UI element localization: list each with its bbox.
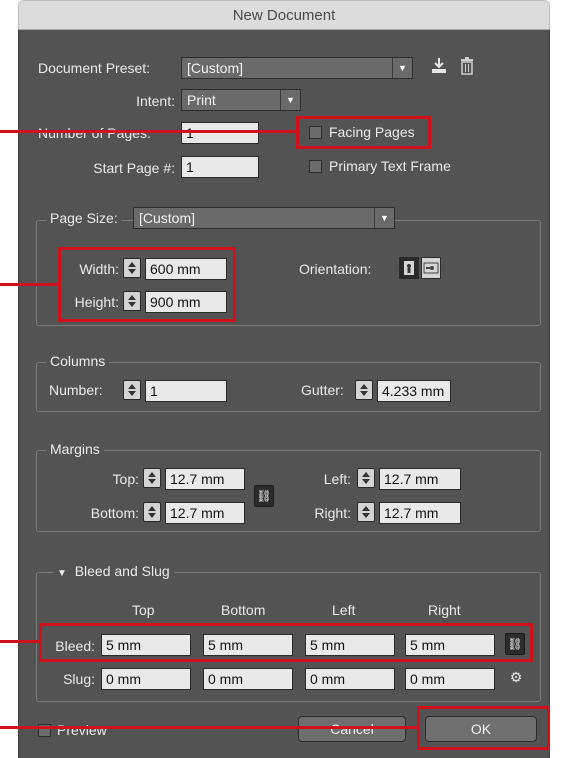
columns-number-label: Number: (49, 382, 103, 398)
number-of-pages-field[interactable]: 1 (181, 122, 259, 144)
landscape-orientation-icon[interactable] (421, 257, 441, 279)
chevron-down-icon: ▼ (374, 208, 394, 228)
margin-left-stepper[interactable] (357, 468, 375, 488)
bleed-col-right: Right (428, 602, 461, 618)
margin-bottom-stepper[interactable] (143, 502, 161, 522)
intent-dropdown[interactable]: Print ▼ (181, 89, 301, 111)
facing-pages-highlight (296, 116, 431, 149)
ok-callout-line (0, 726, 420, 729)
trash-icon[interactable] (459, 56, 475, 76)
intent-value: Print (187, 92, 216, 108)
margin-top-stepper[interactable] (143, 468, 161, 488)
facing-pages-callout-line (0, 130, 300, 133)
columns-group (36, 362, 541, 412)
orientation-label: Orientation: (299, 261, 372, 277)
document-preset-value: [Custom] (187, 60, 244, 76)
document-preset-dropdown[interactable]: [Custom] ▼ (181, 57, 413, 79)
document-preset-label: Document Preset: (38, 60, 151, 76)
bleed-highlight (39, 623, 533, 662)
margin-right-stepper[interactable] (357, 502, 375, 522)
page-size-dropdown[interactable]: [Custom] ▼ (133, 207, 395, 229)
cancel-button[interactable]: Cancel (298, 716, 406, 742)
slug-right-field[interactable]: 0 mm (405, 668, 495, 690)
bleed-slug-header[interactable]: ▼ Bleed and Slug (53, 563, 174, 579)
slug-label: Slug: (63, 671, 95, 687)
preview-label: Preview (57, 722, 107, 738)
page-size-label: Page Size: (46, 210, 122, 226)
margins-title: Margins (46, 441, 104, 457)
margin-bottom-label: Bottom: (90, 505, 139, 521)
slug-top-field[interactable]: 0 mm (101, 668, 191, 690)
disclosure-triangle-icon: ▼ (57, 568, 67, 579)
portrait-orientation-icon[interactable] (399, 257, 419, 279)
margin-top-label: Top: (112, 471, 139, 487)
bleed-col-top: Top (132, 602, 155, 618)
columns-title: Columns (46, 353, 110, 369)
margin-bottom-field[interactable]: 12.7 mm (165, 502, 245, 524)
intent-label: Intent: (136, 93, 175, 109)
save-preset-icon[interactable] (429, 56, 449, 76)
margin-right-field[interactable]: 12.7 mm (379, 502, 461, 524)
window-title: New Document (232, 7, 336, 24)
margin-top-field[interactable]: 12.7 mm (165, 468, 245, 490)
gutter-stepper[interactable] (355, 380, 373, 400)
slug-bottom-field[interactable]: 0 mm (203, 668, 293, 690)
gutter-label: Gutter: (301, 382, 344, 398)
page-size-value: [Custom] (139, 210, 196, 226)
margin-left-field[interactable]: 12.7 mm (379, 468, 461, 490)
primary-text-frame-label: Primary Text Frame (329, 158, 451, 174)
page-size-callout-line (0, 283, 60, 286)
start-page-label: Start Page #: (93, 160, 175, 176)
gutter-field[interactable]: 4.233 mm (377, 380, 451, 402)
bleed-callout-line (0, 640, 42, 643)
slug-unlinked-chain-icon[interactable]: ⚙ (507, 669, 525, 687)
margins-link-chain-icon[interactable]: ⛓ (254, 485, 274, 507)
window-title-bar: New Document (18, 0, 550, 30)
page-size-highlight (58, 247, 236, 322)
start-page-field[interactable]: 1 (181, 156, 259, 178)
columns-number-stepper[interactable] (123, 380, 141, 400)
bleed-col-left: Left (332, 602, 356, 618)
margin-left-label: Left: (323, 471, 351, 487)
number-of-pages-label: Number of Pages: (38, 125, 151, 141)
chevron-down-icon: ▼ (280, 90, 300, 110)
columns-number-field[interactable]: 1 (145, 380, 227, 402)
primary-text-frame-checkbox[interactable] (309, 160, 322, 173)
chevron-down-icon: ▼ (392, 58, 412, 78)
bleed-col-bottom: Bottom (221, 602, 266, 618)
slug-left-field[interactable]: 0 mm (305, 668, 395, 690)
margin-right-label: Right: (314, 505, 351, 521)
ok-button-highlight (417, 706, 550, 750)
bleed-slug-title: Bleed and Slug (74, 563, 170, 579)
